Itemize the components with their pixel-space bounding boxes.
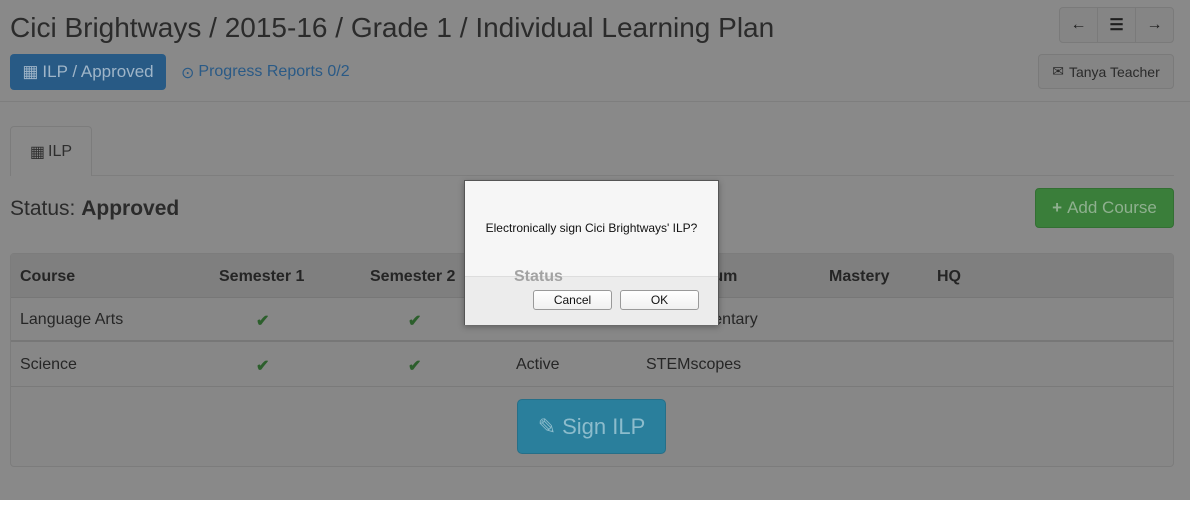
column-header: Semester 2 (370, 268, 456, 285)
check-icon: ✔ (408, 358, 422, 375)
page-title: Cici Brightways / 2015-16 / Grade 1 / In… (10, 12, 775, 43)
column-header: Mastery (829, 268, 890, 285)
message-teacher-button[interactable]: ✉ Tanya Teacher (1038, 54, 1174, 89)
course-link[interactable]: Science (20, 356, 77, 374)
add-course-button[interactable]: + Add Course (1035, 188, 1174, 228)
sign-ilp-button[interactable]: ✎ Sign ILP (517, 399, 666, 454)
check-icon: ✔ (408, 313, 422, 330)
status-text: Status: Approved (10, 197, 180, 220)
dialog-footer: Cancel OK (465, 276, 718, 325)
dialog-message: Electronically sign Cici Brightways' ILP… (485, 221, 698, 235)
ilp-status-button[interactable]: ▦ ILP / Approved (10, 54, 166, 90)
check-circle-icon: ⊙ (181, 65, 195, 82)
curriculum-cell: STEMscopes (646, 356, 742, 373)
cancel-button[interactable]: Cancel (533, 290, 612, 310)
column-header: Semester 1 (219, 268, 305, 285)
column-header: HQ (937, 268, 961, 285)
progress-reports-link[interactable]: ⊙ Progress Reports 0/2 (181, 63, 350, 83)
table-icon: ▦ (22, 62, 39, 81)
table-icon: ▦ (29, 143, 46, 161)
list-icon[interactable]: ☰ (1098, 8, 1136, 42)
tab-ilp[interactable]: ▦ ILP (10, 126, 92, 176)
table-row: Science ✔ ✔ Active STEMscopes (11, 343, 1173, 387)
plus-icon: + (1052, 198, 1063, 217)
check-icon: ✔ (256, 313, 270, 330)
course-link[interactable]: Language Arts (20, 311, 123, 329)
edit-icon: ✎ (537, 413, 557, 439)
confirm-dialog: Electronically sign Cici Brightways' ILP… (464, 180, 719, 325)
status-cell: Active (516, 356, 560, 373)
ok-button[interactable]: OK (620, 290, 699, 310)
tab-divider (10, 175, 1174, 176)
envelope-icon: ✉ (1052, 63, 1064, 79)
arrow-left-icon[interactable]: ← (1060, 8, 1098, 42)
arrow-right-icon[interactable]: → (1136, 8, 1173, 42)
check-icon: ✔ (256, 358, 270, 375)
divider (0, 101, 1190, 102)
column-header: Status (514, 268, 563, 285)
record-nav-group: ← ☰ → (1059, 7, 1174, 43)
column-header: Course (20, 268, 76, 285)
